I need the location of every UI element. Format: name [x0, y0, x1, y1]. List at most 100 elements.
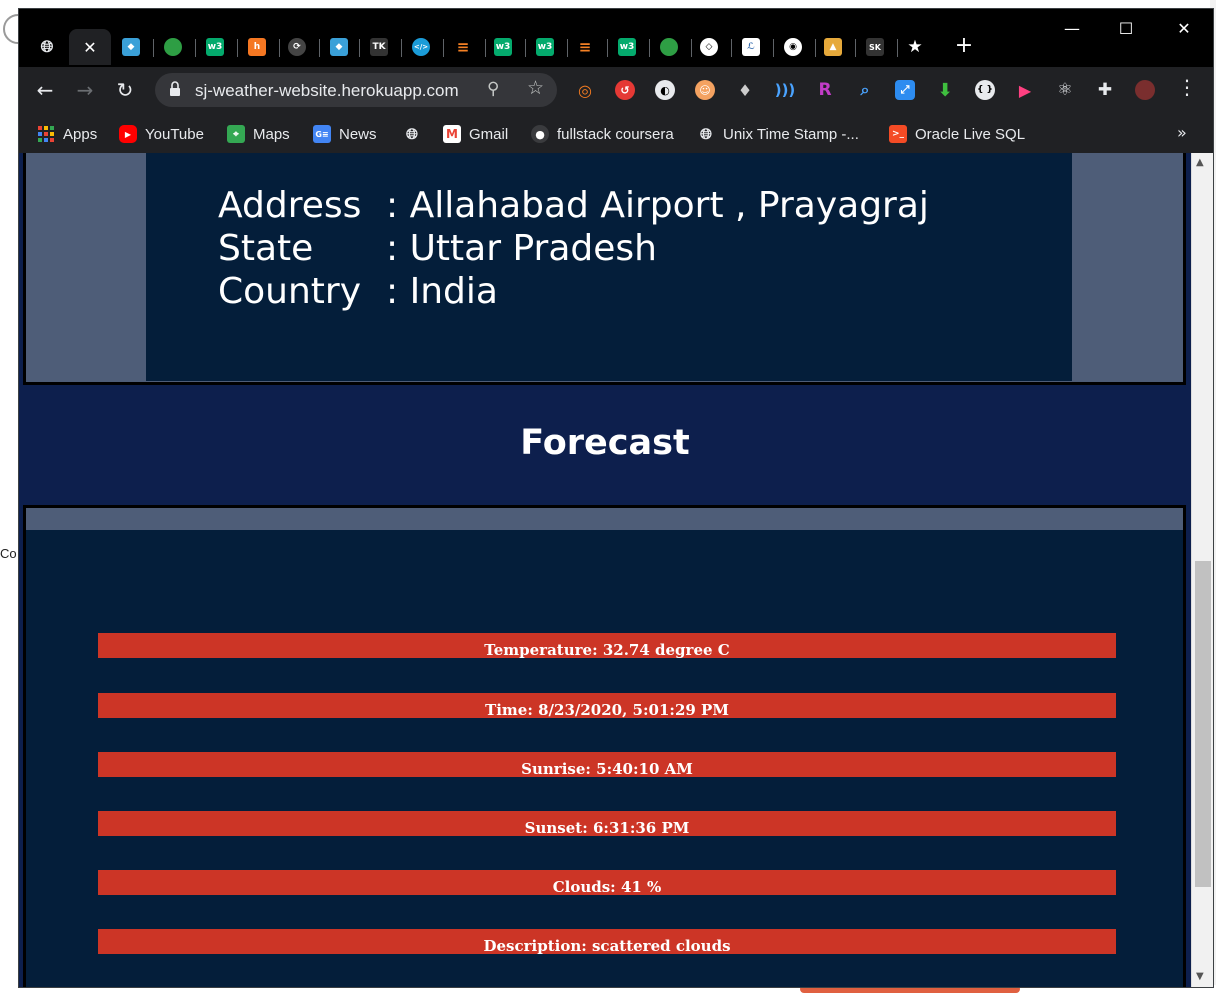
country-row: Country: India — [218, 271, 498, 312]
forecast-item-text: Description: scattered clouds — [483, 937, 731, 954]
address-bar[interactable]: sj-weather-website.herokuapp.com ⚲ ☆ — [155, 73, 557, 107]
bookmark-unix-time-stamp[interactable]: 🌐︎ Unix Time Stamp -... — [697, 123, 859, 145]
globe-icon: 🌐︎ — [699, 125, 712, 143]
codepen-icon: ◇ — [700, 38, 718, 56]
extension-camera-icon[interactable]: ◐ — [655, 80, 675, 100]
extension-wave-icon[interactable]: ))) — [775, 80, 796, 100]
forward-button[interactable]: → — [71, 76, 99, 104]
tab-18[interactable]: ◉ — [773, 29, 813, 65]
bookmark-youtube[interactable]: ▶ YouTube — [119, 123, 204, 145]
link-icon: ⟳ — [288, 38, 306, 56]
state-label: State — [218, 228, 314, 269]
bookmark-fullstack-coursera[interactable]: ● fullstack coursera — [531, 123, 674, 145]
scrollbar-thumb[interactable] — [1195, 561, 1211, 887]
extension-r-icon[interactable]: R — [815, 80, 835, 100]
oracle-sql-icon: >_ — [889, 125, 907, 143]
stackoverflow-icon: ≡ — [578, 38, 592, 56]
bookmark-star-icon[interactable]: ☆ — [527, 77, 544, 99]
scroll-up-arrow-icon[interactable]: ▲ — [1196, 157, 1204, 168]
bookmarks-overflow-icon[interactable]: » — [1177, 123, 1187, 142]
forecast-item-sunrise: Sunrise: 5:40:10 AM — [98, 752, 1116, 777]
close-icon[interactable]: ✕ — [83, 38, 96, 57]
extension-react-icon[interactable]: ⚛ — [1055, 80, 1075, 100]
hexagon-icon — [164, 38, 182, 56]
gmail-icon: M — [443, 125, 461, 143]
desktop-left-text: Co — [0, 546, 17, 561]
bookmark-gmail[interactable]: M Gmail — [443, 123, 508, 145]
bookmark-globe[interactable]: 🌐︎ — [403, 123, 421, 145]
tab-active[interactable]: ✕ — [69, 29, 111, 65]
bookmark-news[interactable]: G≡ News — [313, 123, 377, 145]
tab-7[interactable]: ◆ — [319, 29, 359, 65]
tab-globe[interactable]: 🌐︎ — [27, 29, 67, 65]
forecast-item-temperature: Temperature: 32.74 degree C — [98, 633, 1116, 658]
tab-16[interactable]: ◇ — [689, 29, 729, 65]
extension-expand-icon[interactable]: ⤢ — [895, 80, 915, 100]
tab-21[interactable]: ★ — [895, 29, 935, 65]
tab-13[interactable]: ≡ — [565, 29, 605, 65]
bookmark-label: Oracle Live SQL — [915, 125, 1026, 143]
forecast-item-description: Description: scattered clouds — [98, 929, 1116, 954]
tab-11[interactable]: w3 — [483, 29, 523, 65]
tab-17[interactable]: ℒ — [731, 29, 771, 65]
scroll-down-arrow-icon[interactable]: ▼ — [1196, 971, 1204, 982]
bookmark-label: News — [339, 125, 377, 143]
globe-icon: 🌐︎ — [40, 37, 54, 56]
maximize-button[interactable]: ☐ — [1103, 15, 1149, 43]
address-label: Address — [218, 185, 362, 226]
country-label: Country — [218, 271, 362, 312]
tab-4[interactable]: w3 — [195, 29, 235, 65]
address-value: : Allahabad Airport , Prayagraj — [386, 185, 929, 226]
script-icon: ℒ — [742, 38, 760, 56]
tab-15[interactable] — [649, 29, 689, 65]
tab-5[interactable]: h — [237, 29, 277, 65]
bird-icon: ◆ — [330, 38, 348, 56]
extension-download-icon[interactable]: ⬇ — [935, 80, 955, 101]
window-close-button[interactable]: ✕ — [1161, 15, 1207, 43]
tab-20[interactable]: SK — [855, 29, 895, 65]
extension-search-icon[interactable]: ⌕ — [855, 80, 875, 100]
bird-icon: ◆ — [122, 38, 140, 56]
forecast-panel: Temperature: 32.74 degree C Time: 8/23/2… — [23, 505, 1186, 987]
browser-window: 🌐︎ ✕ ◆ w3 h ⟳ ◆ TK </> ≡ w3 w3 ≡ w3 ◇ ℒ … — [18, 8, 1214, 988]
tab-9[interactable]: </> — [401, 29, 441, 65]
tab-19[interactable]: ▲ — [813, 29, 853, 65]
bookmark-maps[interactable]: ⌖ Maps — [227, 123, 290, 145]
stackoverflow-icon: ≡ — [456, 38, 470, 56]
extension-face-icon[interactable]: ☺ — [695, 80, 715, 100]
minimize-button[interactable]: — — [1049, 15, 1095, 43]
tab-3[interactable] — [153, 29, 193, 65]
bookmark-apps[interactable]: Apps — [37, 123, 97, 145]
extension-play-icon[interactable]: ▶ — [1015, 80, 1035, 100]
extension-jupyter-icon[interactable]: ◎ — [575, 80, 595, 100]
tab-14[interactable]: w3 — [607, 29, 647, 65]
desktop-left-edge: Co — [0, 0, 33, 993]
extension-json-icon[interactable]: { } — [975, 80, 995, 100]
reload-button[interactable]: ↻ — [111, 76, 139, 104]
forecast-item-sunset: Sunset: 6:31:36 PM — [98, 811, 1116, 836]
new-tab-button[interactable]: + — [951, 33, 977, 59]
lock-icon — [170, 81, 180, 96]
extension-bulb-icon[interactable]: ♦ — [735, 80, 755, 100]
bookmark-oracle-live-sql[interactable]: >_ Oracle Live SQL — [889, 123, 1025, 145]
page-scrollbar[interactable]: ▲ ▼ — [1191, 153, 1213, 987]
github-icon: ● — [531, 125, 549, 143]
profile-avatar[interactable] — [1135, 80, 1155, 100]
extension-refresh-icon[interactable]: ↺ — [615, 80, 635, 100]
youtube-icon: ▶ — [119, 125, 137, 143]
location-panel: Address : Allahabad Airport , Prayagraj S… — [23, 153, 1186, 385]
forecast-panel-header-band — [26, 508, 1183, 530]
sk-icon: SK — [866, 38, 884, 56]
tab-strip: 🌐︎ ✕ ◆ w3 h ⟳ ◆ TK </> ≡ w3 w3 ≡ w3 ◇ ℒ … — [19, 9, 1213, 67]
tab-6[interactable]: ⟳ — [277, 29, 317, 65]
browser-menu-icon[interactable]: ⋮ — [1177, 75, 1197, 99]
tab-8[interactable]: TK — [359, 29, 399, 65]
tab-10[interactable]: ≡ — [443, 29, 483, 65]
back-button[interactable]: ← — [31, 76, 59, 104]
bookmark-label: Apps — [63, 125, 98, 143]
tab-12[interactable]: w3 — [525, 29, 565, 65]
tab-2[interactable]: ◆ — [111, 29, 151, 65]
extensions-puzzle-icon[interactable]: ✚ — [1095, 80, 1115, 100]
zoom-icon[interactable]: ⚲ — [487, 79, 499, 99]
w3-icon: w3 — [618, 38, 636, 56]
